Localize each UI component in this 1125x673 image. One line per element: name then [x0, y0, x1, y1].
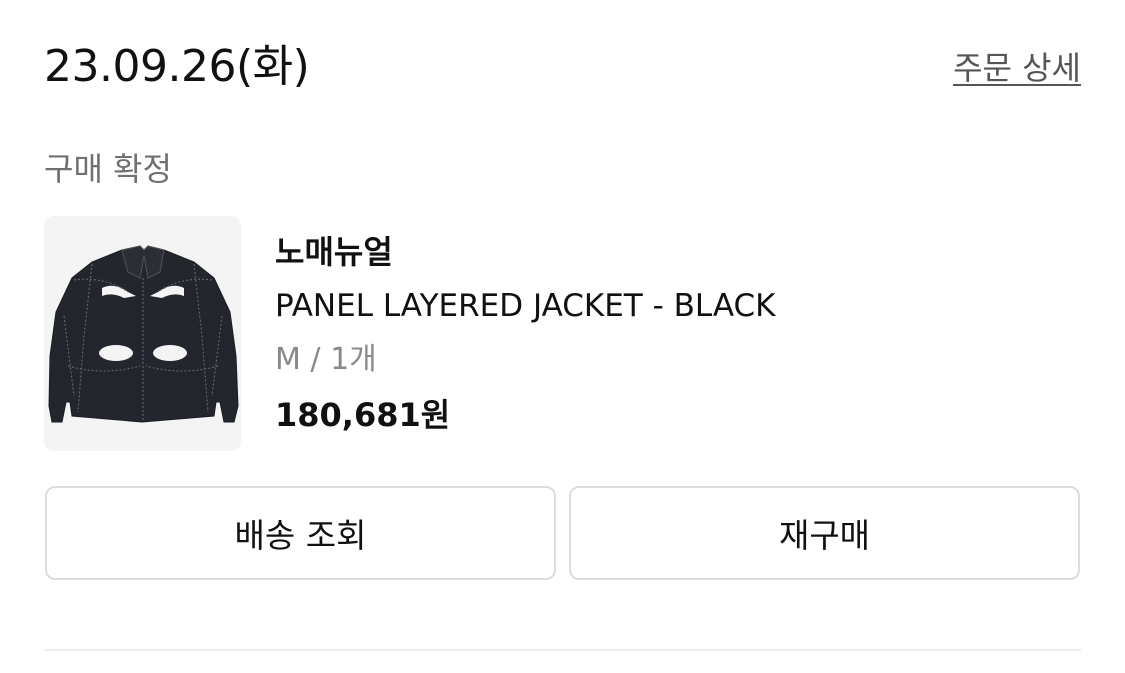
- product-option: M / 1개: [275, 342, 377, 377]
- jacket-image: [44, 216, 241, 451]
- product-brand[interactable]: 노매뉴얼: [275, 230, 393, 274]
- order-history-card: 23.09.26(화) 주문 상세 구매 확정 노매뉴얼 PANEL LAYER…: [0, 0, 1125, 673]
- delivery-tracking-button[interactable]: 배송 조회: [45, 486, 556, 580]
- rebuy-button[interactable]: 재구매: [569, 486, 1080, 580]
- order-detail-link[interactable]: 주문 상세: [953, 46, 1081, 90]
- product-price: 180,681원: [275, 396, 451, 434]
- order-date: 23.09.26(화): [44, 41, 310, 92]
- product-thumbnail[interactable]: [44, 216, 241, 451]
- order-status: 구매 확정: [44, 150, 172, 188]
- section-divider: [44, 649, 1081, 651]
- product-name[interactable]: PANEL LAYERED JACKET - BLACK: [275, 285, 776, 327]
